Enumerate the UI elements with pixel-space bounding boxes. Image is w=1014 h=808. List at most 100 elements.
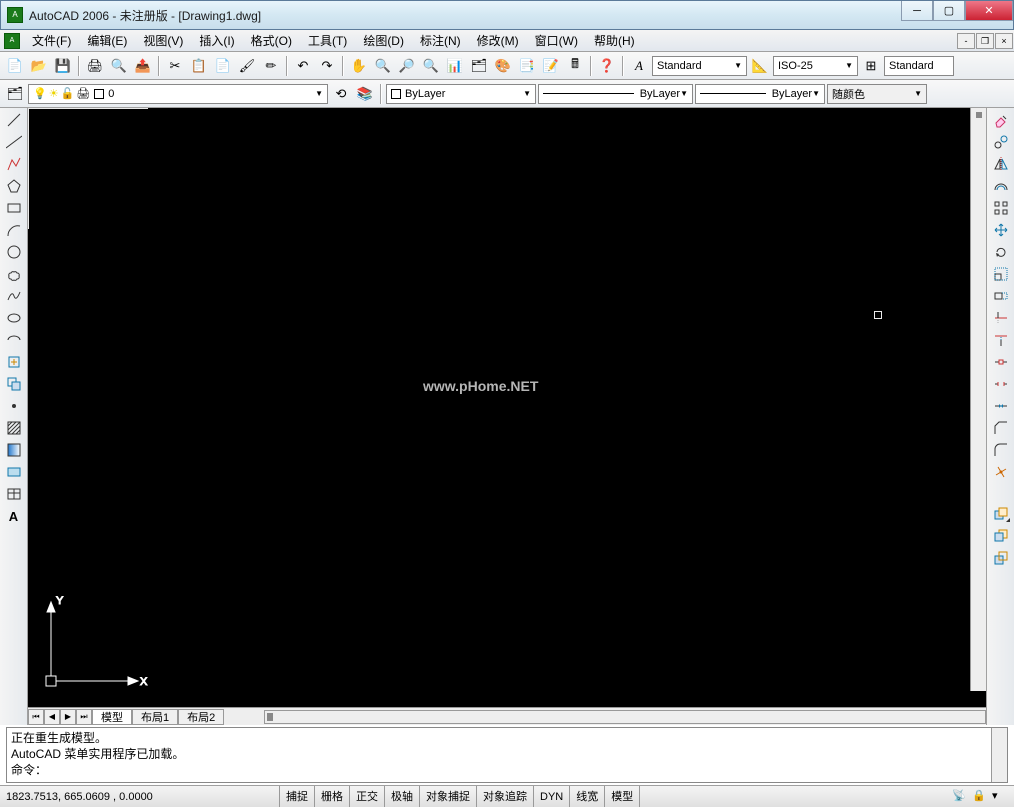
join-button[interactable]	[990, 396, 1012, 416]
save-button[interactable]: 💾	[52, 55, 74, 77]
trim-button[interactable]	[990, 308, 1012, 328]
layer-previous-button[interactable]: ⟲	[330, 83, 352, 105]
draworder-back-button[interactable]	[990, 526, 1012, 546]
tab-layout1[interactable]: 布局1	[132, 709, 178, 725]
menu-format[interactable]: 格式(O)	[243, 29, 300, 52]
construction-line-button[interactable]	[3, 132, 25, 152]
revision-cloud-button[interactable]	[3, 264, 25, 284]
mdi-minimize-button[interactable]: -	[957, 33, 975, 49]
maximize-button[interactable]: ▢	[933, 1, 965, 21]
print-preview-button[interactable]: 🔍	[108, 55, 130, 77]
insert-block-button[interactable]	[3, 352, 25, 372]
layer-states-button[interactable]: 📚	[354, 83, 376, 105]
redo-button[interactable]: ↷	[316, 55, 338, 77]
rectangle-button[interactable]	[3, 198, 25, 218]
stretch-button[interactable]	[990, 286, 1012, 306]
zoom-previous-button[interactable]: 🔍	[420, 55, 442, 77]
move-button[interactable]	[990, 220, 1012, 240]
table-button[interactable]	[3, 484, 25, 504]
gradient-button[interactable]	[3, 440, 25, 460]
print-button[interactable]: 🖨	[84, 55, 106, 77]
menu-dimension[interactable]: 标注(N)	[412, 29, 469, 52]
erase-button[interactable]	[990, 110, 1012, 130]
ellipse-button[interactable]	[3, 308, 25, 328]
menu-window[interactable]: 窗口(W)	[527, 29, 586, 52]
markup-button[interactable]: 📝	[540, 55, 562, 77]
extend-button[interactable]	[990, 330, 1012, 350]
tab-nav-next[interactable]: ▶	[60, 709, 76, 725]
properties-button[interactable]: 📊	[444, 55, 466, 77]
break-button[interactable]	[990, 374, 1012, 394]
publish-button[interactable]: 📤	[132, 55, 154, 77]
region-button[interactable]	[3, 462, 25, 482]
undo-button[interactable]: ↶	[292, 55, 314, 77]
new-button[interactable]: 📄	[4, 55, 26, 77]
explode-button[interactable]	[990, 462, 1012, 482]
draworder-above-button[interactable]	[990, 548, 1012, 568]
mdi-app-icon[interactable]: A	[4, 33, 20, 49]
tab-layout2[interactable]: 布局2	[178, 709, 224, 725]
arc-button[interactable]	[3, 220, 25, 240]
chamfer-button[interactable]	[990, 418, 1012, 438]
paste-button[interactable]: 📄	[212, 55, 234, 77]
copy-button[interactable]	[990, 132, 1012, 152]
mdi-restore-button[interactable]: ❐	[976, 33, 994, 49]
offset-button[interactable]	[990, 176, 1012, 196]
drawing-canvas[interactable]: www.pHome.NET X Y	[28, 108, 986, 707]
open-button[interactable]: 📂	[28, 55, 50, 77]
array-button[interactable]	[990, 198, 1012, 218]
scale-button[interactable]	[990, 264, 1012, 284]
linetype-dropdown[interactable]: ByLayer▼	[538, 84, 693, 104]
menu-tools[interactable]: 工具(T)	[300, 29, 355, 52]
menu-file[interactable]: 文件(F)	[24, 29, 79, 52]
layer-dropdown[interactable]: 💡☀🔓🖨 0 ▼	[28, 84, 328, 104]
make-block-button[interactable]	[3, 374, 25, 394]
mtext-button[interactable]: A	[3, 506, 25, 526]
quickcalc-button[interactable]: 🖩	[564, 55, 586, 77]
polyline-button[interactable]	[3, 154, 25, 174]
spline-button[interactable]	[3, 286, 25, 306]
close-button[interactable]: ✕	[965, 1, 1013, 21]
match-properties-button[interactable]: 🖌	[236, 55, 258, 77]
text-style-dropdown[interactable]: Standard▼	[652, 56, 747, 76]
text-style-icon[interactable]: A	[628, 55, 650, 77]
rotate-button[interactable]	[990, 242, 1012, 262]
zoom-window-button[interactable]: 🔎	[396, 55, 418, 77]
color-dropdown[interactable]: ByLayer▼	[386, 84, 536, 104]
menu-help[interactable]: 帮助(H)	[586, 29, 643, 52]
menu-insert[interactable]: 插入(I)	[191, 29, 242, 52]
menu-modify[interactable]: 修改(M)	[469, 29, 527, 52]
table-style-icon[interactable]: ⊞	[860, 55, 882, 77]
tab-nav-prev[interactable]: ◀	[44, 709, 60, 725]
menu-draw[interactable]: 绘图(D)	[355, 29, 412, 52]
cut-button[interactable]: ✂	[164, 55, 186, 77]
table-style-dropdown[interactable]: Standard	[884, 56, 954, 76]
mdi-close-button[interactable]: ×	[995, 33, 1013, 49]
mirror-button[interactable]	[990, 154, 1012, 174]
tool-palettes-button[interactable]: 🎨	[492, 55, 514, 77]
command-area[interactable]: 正在重生成模型。 AutoCAD 菜单实用程序已加载。 命令：	[6, 727, 1008, 783]
tab-nav-last[interactable]: ⏭	[76, 709, 92, 725]
pan-button[interactable]: ✋	[348, 55, 370, 77]
zoom-realtime-button[interactable]: 🔍	[372, 55, 394, 77]
lineweight-dropdown[interactable]: ByLayer▼	[695, 84, 825, 104]
hatch-button[interactable]	[3, 418, 25, 438]
command-scrollbar[interactable]	[991, 728, 1007, 782]
point-button[interactable]	[3, 396, 25, 416]
ellipse-arc-button[interactable]	[3, 330, 25, 350]
plotstyle-dropdown[interactable]: 随颜色▼	[827, 84, 927, 104]
draworder-front-button[interactable]	[990, 504, 1012, 524]
menu-edit[interactable]: 编辑(E)	[79, 29, 135, 52]
block-editor-button[interactable]: ✏	[260, 55, 282, 77]
sheet-set-button[interactable]: 📑	[516, 55, 538, 77]
minimize-button[interactable]: ─	[901, 1, 933, 21]
layer-manager-button[interactable]: 🗂	[4, 83, 26, 105]
dim-style-icon[interactable]: 📐	[749, 55, 771, 77]
vertical-scrollbar[interactable]	[970, 108, 986, 691]
line-button[interactable]	[3, 110, 25, 130]
tab-model[interactable]: 模型	[92, 709, 132, 725]
menu-view[interactable]: 视图(V)	[135, 29, 191, 52]
tab-nav-first[interactable]: ⏮	[28, 709, 44, 725]
break-at-point-button[interactable]	[990, 352, 1012, 372]
help-button[interactable]: ❓	[596, 55, 618, 77]
